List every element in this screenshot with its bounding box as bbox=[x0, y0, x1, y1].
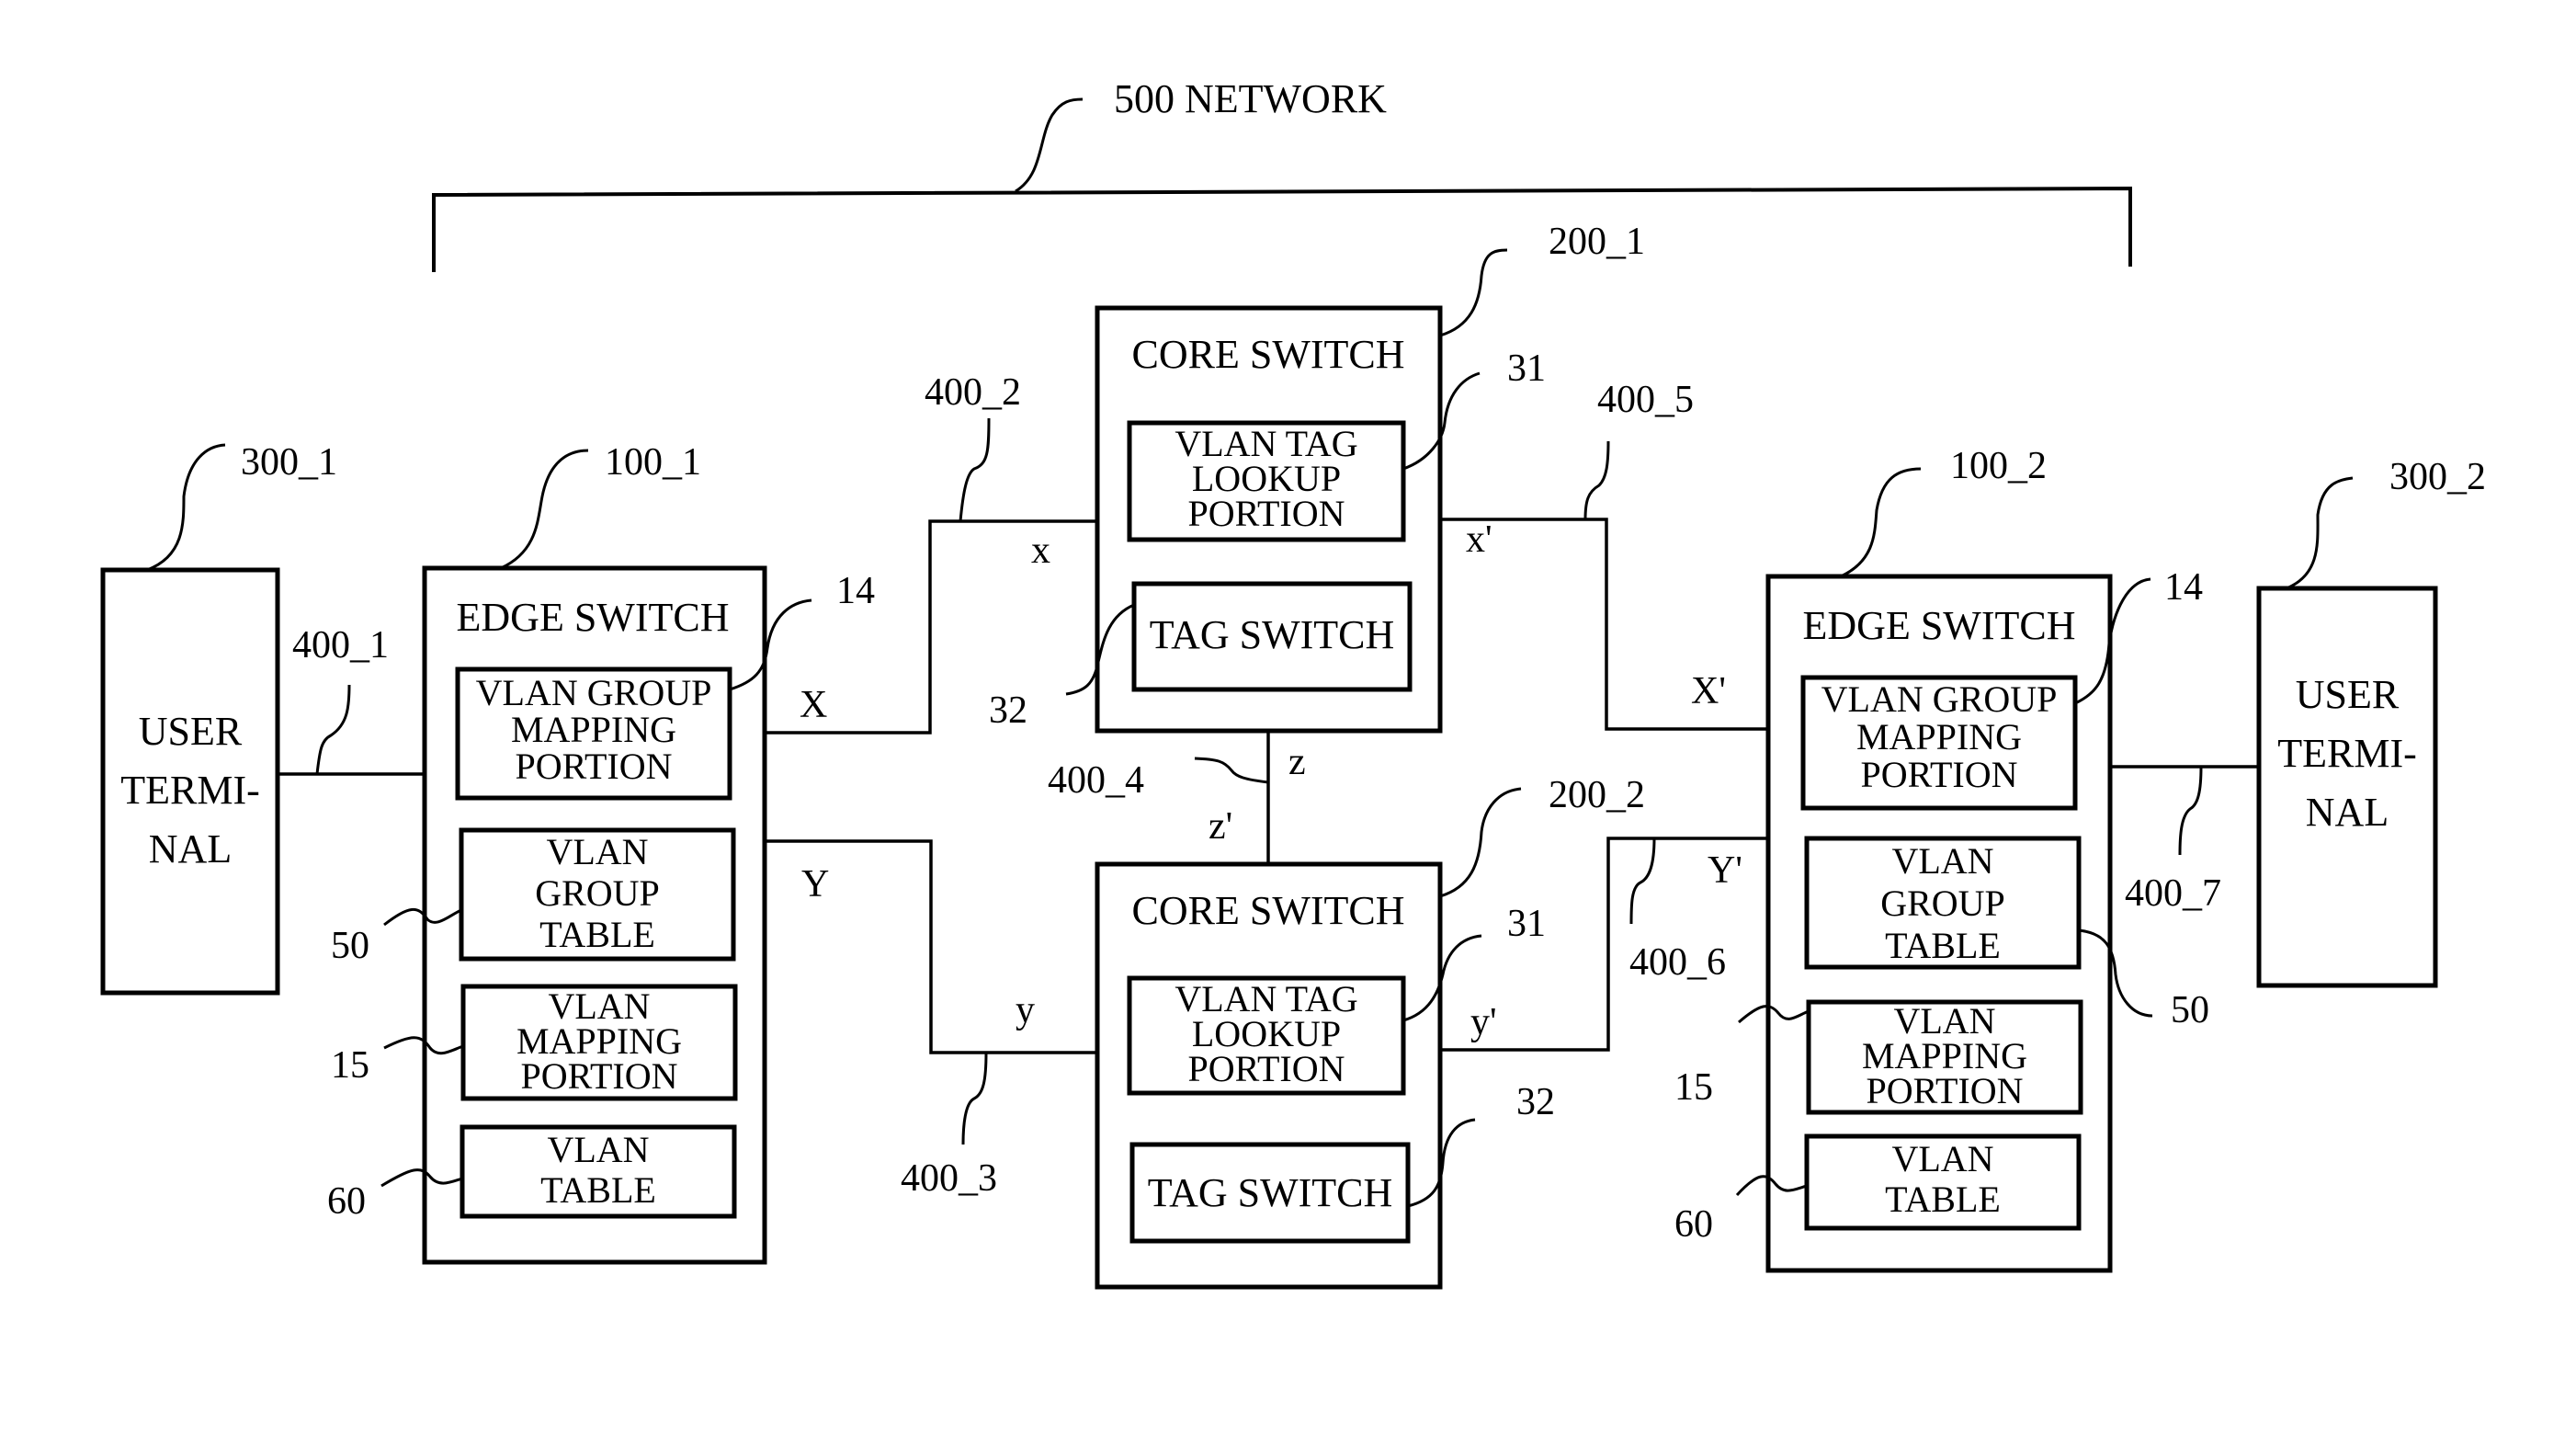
edge-switch-right[interactable]: EDGE SWITCH 100_2 VLAN GROUP MAPPING POR… bbox=[1674, 445, 2209, 1273]
vlan-table-left[interactable]: VLAN TABLE 60 bbox=[327, 1124, 737, 1223]
ref-400-7: 400_7 bbox=[2125, 872, 2221, 915]
vlan-table-right[interactable]: VLAN TABLE 60 bbox=[1674, 1133, 2082, 1246]
user-terminal-right-line2: TERMI- bbox=[2277, 731, 2417, 776]
edge-switch-left[interactable]: EDGE SWITCH 100_1 VLAN GROUP MAPPING POR… bbox=[327, 441, 875, 1265]
tag-switch-bottom-label: TAG SWITCH bbox=[1148, 1170, 1393, 1215]
user-terminal-right[interactable]: USER TERMI- NAL 300_2 bbox=[2256, 456, 2486, 988]
port-X-prime: X' bbox=[1691, 670, 1726, 712]
vgt-left-line3: TABLE bbox=[539, 914, 655, 955]
vgt-right-line3: TABLE bbox=[1885, 925, 2001, 966]
link-400-5[interactable]: 400_5 x' X' bbox=[1440, 379, 1768, 731]
ref-400-5: 400_5 bbox=[1597, 379, 1694, 421]
ref-400-6: 400_6 bbox=[1629, 941, 1726, 984]
vlan-group-table-left[interactable]: VLAN GROUP TABLE 50 bbox=[331, 827, 736, 967]
vlan-mapping-portion-right[interactable]: VLAN MAPPING PORTION 15 bbox=[1674, 999, 2083, 1115]
link-400-2[interactable]: 400_2 X x bbox=[765, 371, 1097, 735]
vgmp-left-line3: PORTION bbox=[516, 746, 673, 787]
tag-switch-top[interactable]: TAG SWITCH 32 bbox=[989, 581, 1413, 732]
tag-switch-bottom[interactable]: TAG SWITCH 32 bbox=[1129, 1081, 1555, 1244]
ref-400-1: 400_1 bbox=[292, 624, 389, 666]
link-400-1[interactable]: 400_1 bbox=[278, 624, 425, 776]
user-terminal-left[interactable]: USER TERMI- NAL 300_1 bbox=[100, 441, 337, 996]
ref-14-right: 14 bbox=[2164, 566, 2203, 609]
core-switch-bottom-title: CORE SWITCH bbox=[1132, 888, 1405, 933]
port-z: z bbox=[1288, 741, 1306, 783]
vgmp-right-line2: MAPPING bbox=[1856, 716, 2022, 757]
vgt-left-line2: GROUP bbox=[535, 872, 660, 914]
ref-200-1: 200_1 bbox=[1549, 221, 1645, 263]
vgt-left-line1: VLAN bbox=[546, 831, 648, 872]
vtlp-bottom-line3: PORTION bbox=[1188, 1048, 1345, 1089]
link-400-7[interactable]: 400_7 bbox=[2110, 765, 2259, 915]
ref-400-2: 400_2 bbox=[925, 371, 1021, 414]
link-400-6[interactable]: 400_6 Y' y' bbox=[1440, 837, 1768, 1052]
user-terminal-right-line3: NAL bbox=[2306, 790, 2389, 835]
link-400-4[interactable]: 400_4 z z' bbox=[1048, 731, 1306, 864]
vgmp-right-line3: PORTION bbox=[1861, 754, 2018, 795]
ref-31-top: 31 bbox=[1507, 347, 1546, 390]
vgmp-left-line1: VLAN GROUP bbox=[476, 672, 712, 713]
link-400-3[interactable]: 400_3 Y y bbox=[765, 839, 1097, 1200]
port-x-prime: x' bbox=[1466, 518, 1492, 561]
vt-left-line1: VLAN bbox=[547, 1129, 649, 1170]
vmp-right-line3: PORTION bbox=[1867, 1070, 2024, 1111]
ref-32-bottom: 32 bbox=[1516, 1081, 1555, 1123]
core-switch-bottom[interactable]: CORE SWITCH 200_2 VLAN TAG LOOKUP PORTIO… bbox=[1095, 774, 1645, 1290]
vmp-left-line3: PORTION bbox=[521, 1055, 678, 1097]
edge-switch-right-title: EDGE SWITCH bbox=[1803, 603, 2076, 648]
ref-50-right: 50 bbox=[2171, 989, 2209, 1031]
ref-15-left: 15 bbox=[331, 1044, 369, 1087]
ref-60-left: 60 bbox=[327, 1180, 366, 1223]
tag-switch-top-label: TAG SWITCH bbox=[1150, 612, 1395, 657]
vt-right-line1: VLAN bbox=[1891, 1138, 1993, 1179]
ref-300-1: 300_1 bbox=[241, 441, 337, 484]
vt-left-line2: TABLE bbox=[540, 1169, 656, 1211]
user-terminal-left-line3: NAL bbox=[149, 826, 232, 871]
vgt-right-line2: GROUP bbox=[1880, 883, 2005, 924]
ref-31-bottom: 31 bbox=[1507, 903, 1546, 945]
ref-400-4: 400_4 bbox=[1048, 759, 1144, 802]
core-switch-top[interactable]: CORE SWITCH 200_1 VLAN TAG LOOKUP PORTIO… bbox=[989, 221, 1645, 734]
vtlp-top-line3: PORTION bbox=[1188, 493, 1345, 534]
ref-60-right: 60 bbox=[1674, 1203, 1713, 1246]
port-Y-prime: Y' bbox=[1708, 849, 1742, 892]
user-terminal-left-line2: TERMI- bbox=[120, 768, 260, 813]
user-terminal-left-line1: USER bbox=[139, 709, 243, 754]
port-z-prime: z' bbox=[1209, 805, 1232, 848]
core-switch-top-title: CORE SWITCH bbox=[1132, 332, 1405, 377]
network-diagram: 500 NETWORK USER TERMI- NAL 300_1 USER T… bbox=[100, 76, 2486, 1290]
ref-300-2: 300_2 bbox=[2389, 456, 2486, 498]
vgmp-right-line1: VLAN GROUP bbox=[1821, 678, 2058, 720]
port-X: X bbox=[800, 684, 827, 726]
edge-switch-left-title: EDGE SWITCH bbox=[457, 595, 730, 640]
ref-32-top: 32 bbox=[989, 689, 1027, 732]
ref-14-left: 14 bbox=[836, 570, 875, 612]
port-Y: Y bbox=[801, 863, 829, 905]
port-y-prime: y' bbox=[1470, 1001, 1497, 1043]
vt-right-line2: TABLE bbox=[1885, 1179, 2001, 1220]
vlan-mapping-portion-left[interactable]: VLAN MAPPING PORTION 15 bbox=[331, 984, 738, 1101]
user-terminal-right-line1: USER bbox=[2296, 672, 2400, 717]
vgt-right-line1: VLAN bbox=[1891, 840, 1993, 882]
ref-400-3: 400_3 bbox=[901, 1157, 997, 1200]
ref-15-right: 15 bbox=[1674, 1066, 1713, 1109]
vgmp-left-line2: MAPPING bbox=[511, 709, 676, 750]
network-label: 500 NETWORK bbox=[1114, 76, 1387, 121]
ref-100-1: 100_1 bbox=[605, 441, 701, 484]
ref-200-2: 200_2 bbox=[1549, 774, 1645, 816]
port-y: y bbox=[1016, 989, 1035, 1031]
ref-50-left: 50 bbox=[331, 925, 369, 967]
network-bracket: 500 NETWORK bbox=[432, 76, 2132, 272]
port-x: x bbox=[1031, 530, 1050, 572]
ref-100-2: 100_2 bbox=[1950, 445, 2047, 487]
